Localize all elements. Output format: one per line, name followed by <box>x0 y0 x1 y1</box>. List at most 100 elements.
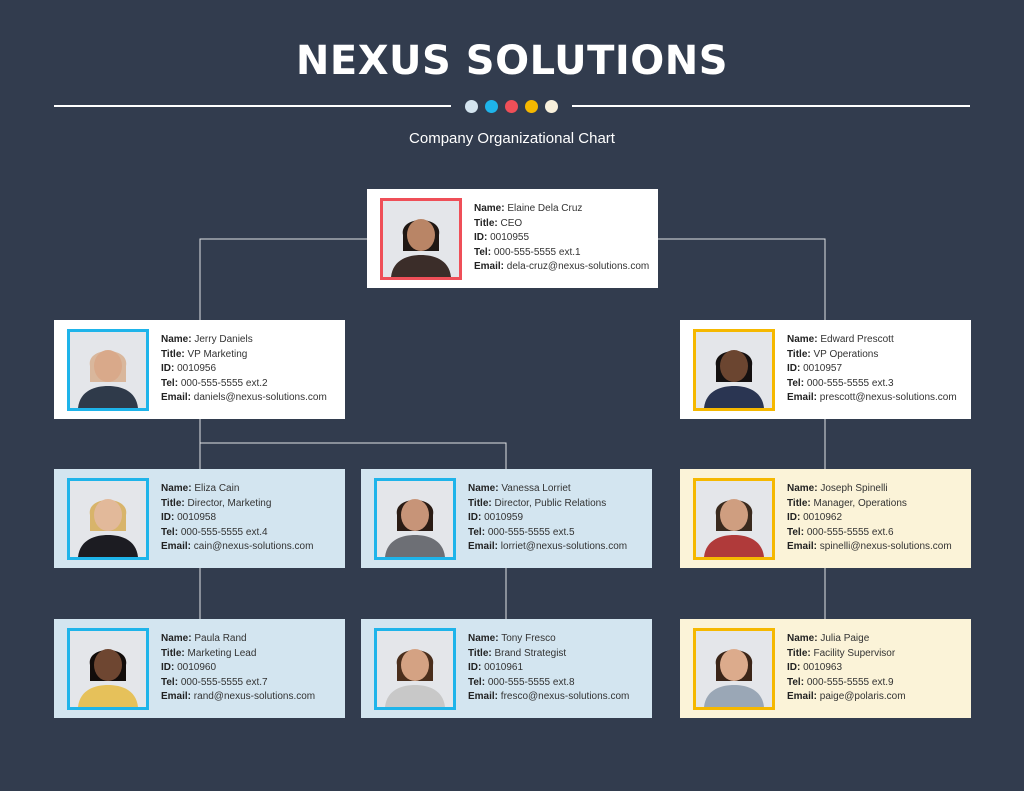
name-label: Name: <box>161 483 192 495</box>
email-line: Email: paige@polaris.com <box>787 690 906 705</box>
person-avatar-icon <box>696 630 772 707</box>
employee-photo <box>374 627 456 710</box>
title-label: Title: <box>161 348 185 360</box>
id-label: ID: <box>474 232 488 244</box>
name-line: Name: Edward Prescott <box>787 333 957 348</box>
employee-email: paige@polaris.com <box>819 691 906 703</box>
tel-label: Tel: <box>787 676 805 688</box>
name-line: Name: Paula Rand <box>161 632 315 647</box>
name-label: Name: <box>468 633 499 645</box>
id-label: ID: <box>787 512 801 524</box>
employee-photo <box>693 627 775 710</box>
person-avatar-icon <box>377 630 453 707</box>
employee-tel: 000-555-5555 ext.6 <box>806 526 894 538</box>
employee-title: Director, Public Relations <box>494 497 607 509</box>
title-line: Title: Marketing Lead <box>161 647 315 662</box>
tel-label: Tel: <box>161 526 179 538</box>
id-line: ID: 0010961 <box>468 661 629 676</box>
employee-name: Jerry Daniels <box>194 334 253 346</box>
title-label: Title: <box>468 647 492 659</box>
name-line: Name: Julia Paige <box>787 632 906 647</box>
employee-card-dir-pr: Name: Vanessa Lorriet Title: Director, P… <box>361 469 652 568</box>
name-label: Name: <box>474 203 505 215</box>
email-line: Email: daniels@nexus-solutions.com <box>161 391 327 406</box>
person-avatar-icon <box>696 480 772 557</box>
employee-name: Tony Fresco <box>501 633 556 645</box>
email-label: Email: <box>787 392 818 404</box>
id-label: ID: <box>787 363 801 375</box>
employee-name: Eliza Cain <box>194 483 240 495</box>
email-line: Email: rand@nexus-solutions.com <box>161 690 315 705</box>
employee-tel: 000-555-5555 ext.2 <box>180 377 268 389</box>
employee-name: Joseph Spinelli <box>820 483 888 495</box>
name-line: Name: Vanessa Lorriet <box>468 482 627 497</box>
employee-email: prescott@nexus-solutions.com <box>819 392 957 404</box>
employee-email: cain@nexus-solutions.com <box>193 541 314 553</box>
employee-info: Name: Vanessa Lorriet Title: Director, P… <box>468 482 627 555</box>
employee-tel: 000-555-5555 ext.1 <box>493 246 581 258</box>
employee-title: Manager, Operations <box>813 497 907 509</box>
tel-label: Tel: <box>161 377 179 389</box>
employee-photo <box>67 477 149 560</box>
employee-card-dir-marketing: Name: Eliza Cain Title: Director, Market… <box>54 469 345 568</box>
employee-email: fresco@nexus-solutions.com <box>500 691 630 703</box>
employee-id: 0010963 <box>803 662 843 674</box>
employee-title: Brand Strategist <box>494 647 567 659</box>
email-label: Email: <box>161 392 192 404</box>
title-label: Title: <box>787 647 811 659</box>
person-avatar-icon <box>377 480 453 557</box>
employee-email: daniels@nexus-solutions.com <box>193 392 327 404</box>
id-label: ID: <box>468 512 482 524</box>
id-line: ID: 0010955 <box>474 231 649 246</box>
name-label: Name: <box>161 633 192 645</box>
employee-info: Name: Joseph Spinelli Title: Manager, Op… <box>787 482 952 555</box>
employee-title: Director, Marketing <box>187 497 272 509</box>
title-line: Title: Director, Public Relations <box>468 497 627 512</box>
employee-name: Elaine Dela Cruz <box>507 203 583 215</box>
name-line: Name: Tony Fresco <box>468 632 629 647</box>
title-label: Title: <box>161 497 185 509</box>
person-avatar-icon <box>383 200 459 277</box>
employee-title: Facility Supervisor <box>813 647 896 659</box>
title-line: Title: Facility Supervisor <box>787 647 906 662</box>
employee-photo <box>693 328 775 411</box>
employee-tel: 000-555-5555 ext.9 <box>806 676 894 688</box>
connector-vp-marketing-to-directors <box>199 419 507 469</box>
name-label: Name: <box>787 483 818 495</box>
tel-line: Tel: 000-555-5555 ext.9 <box>787 676 906 691</box>
employee-photo <box>67 627 149 710</box>
person-avatar-icon <box>70 331 146 408</box>
email-label: Email: <box>468 691 499 703</box>
employee-tel: 000-555-5555 ext.5 <box>487 526 575 538</box>
tel-label: Tel: <box>161 676 179 688</box>
employee-id: 0010955 <box>490 232 530 244</box>
id-label: ID: <box>787 662 801 674</box>
employee-email: rand@nexus-solutions.com <box>193 691 316 703</box>
employee-info: Name: Eliza Cain Title: Director, Market… <box>161 482 313 555</box>
title-line: Title: CEO <box>474 217 649 232</box>
employee-card-marketing-lead: Name: Paula Rand Title: Marketing Lead I… <box>54 619 345 718</box>
employee-card-vp-operations: Name: Edward Prescott Title: VP Operatio… <box>680 320 971 419</box>
id-line: ID: 0010962 <box>787 511 952 526</box>
person-avatar-icon <box>70 480 146 557</box>
email-line: Email: dela-cruz@nexus-solutions.com <box>474 260 649 275</box>
id-line: ID: 0010956 <box>161 362 327 377</box>
name-label: Name: <box>787 334 818 346</box>
employee-email: lorriet@nexus-solutions.com <box>500 541 628 553</box>
title-label: Title: <box>474 217 498 229</box>
email-label: Email: <box>474 261 505 273</box>
id-line: ID: 0010958 <box>161 511 313 526</box>
employee-name: Vanessa Lorriet <box>501 483 571 495</box>
email-label: Email: <box>787 691 818 703</box>
tel-label: Tel: <box>787 377 805 389</box>
employee-photo <box>374 477 456 560</box>
employee-id: 0010961 <box>484 662 524 674</box>
employee-card-vp-marketing: Name: Jerry Daniels Title: VP Marketing … <box>54 320 345 419</box>
name-label: Name: <box>787 633 818 645</box>
employee-info: Name: Edward Prescott Title: VP Operatio… <box>787 333 957 406</box>
tel-line: Tel: 000-555-5555 ext.8 <box>468 676 629 691</box>
title-line: Title: Director, Marketing <box>161 497 313 512</box>
employee-email: spinelli@nexus-solutions.com <box>819 541 952 553</box>
title-line: Title: VP Marketing <box>161 348 327 363</box>
employee-photo <box>380 197 462 280</box>
